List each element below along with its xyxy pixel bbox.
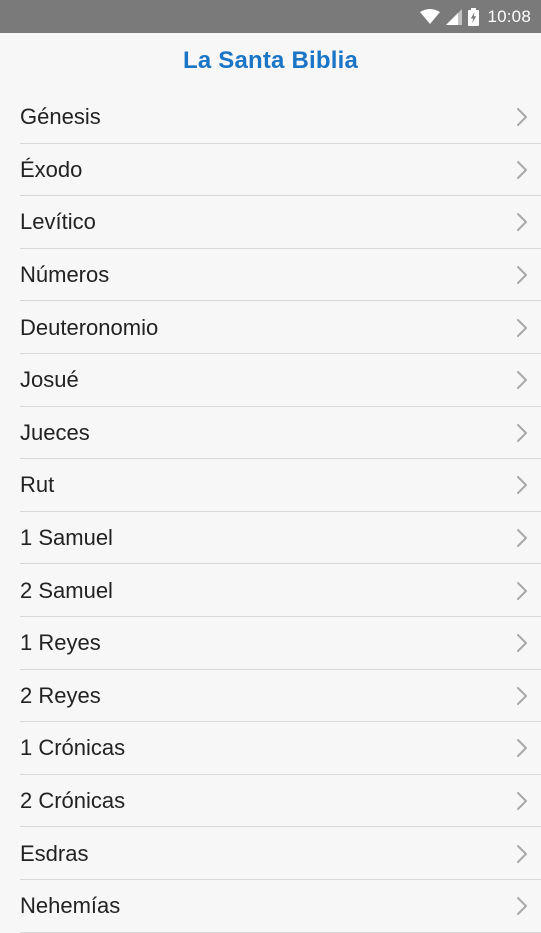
book-list-item[interactable]: Génesis — [0, 91, 541, 144]
app-title: La Santa Biblia — [182, 46, 359, 74]
book-list-item[interactable]: Rut — [0, 459, 541, 512]
book-list-item[interactable]: 1 Reyes — [0, 617, 541, 670]
signal-icon — [446, 8, 463, 25]
book-list-item[interactable]: Nehemías — [0, 880, 541, 933]
book-name: Rut — [20, 472, 55, 498]
book-name: Números — [20, 262, 110, 288]
chevron-right-icon — [517, 266, 527, 285]
book-name: Génesis — [20, 104, 101, 130]
book-list-item[interactable]: Levítico — [0, 196, 541, 249]
book-list: Génesis Éxodo Levítico Números Deuteronomio J… — [0, 91, 541, 933]
chevron-right-icon — [517, 529, 527, 548]
chevron-right-icon — [517, 897, 527, 916]
chevron-right-icon — [517, 792, 527, 811]
book-list-item[interactable]: 2 Samuel — [0, 564, 541, 617]
chevron-right-icon — [517, 160, 527, 179]
status-time: 10:08 — [487, 6, 531, 26]
book-name: Jueces — [20, 419, 90, 445]
app-header: La Santa Biblia — [0, 33, 541, 89]
chevron-right-icon — [517, 739, 527, 758]
book-list-item[interactable]: Números — [0, 249, 541, 302]
book-list-item[interactable]: 1 Crónicas — [0, 722, 541, 775]
book-list-item[interactable]: Esdras — [0, 827, 541, 880]
chevron-right-icon — [517, 581, 527, 600]
book-name: 2 Reyes — [20, 682, 101, 708]
chevron-right-icon — [517, 634, 527, 653]
book-name: 2 Samuel — [20, 577, 113, 603]
book-name: 1 Samuel — [20, 525, 113, 551]
chevron-right-icon — [517, 213, 527, 232]
book-name: Levítico — [20, 209, 96, 235]
chevron-right-icon — [517, 844, 527, 863]
book-list-item[interactable]: Éxodo — [0, 144, 541, 197]
book-list-item[interactable]: 1 Samuel — [0, 512, 541, 565]
chevron-right-icon — [517, 476, 527, 495]
book-name: Josué — [20, 367, 79, 393]
book-name: 1 Reyes — [20, 630, 101, 656]
book-list-item[interactable]: Josué — [0, 354, 541, 407]
book-name: 1 Crónicas — [20, 735, 126, 761]
book-list-item[interactable]: Jueces — [0, 407, 541, 460]
book-name: Éxodo — [20, 156, 83, 182]
chevron-right-icon — [517, 318, 527, 337]
book-list-item[interactable]: 2 Reyes — [0, 670, 541, 723]
chevron-right-icon — [517, 371, 527, 390]
book-name: Nehemías — [20, 893, 121, 919]
chevron-right-icon — [517, 423, 527, 442]
battery-icon — [468, 7, 480, 26]
book-list-item[interactable]: 2 Crónicas — [0, 775, 541, 828]
wifi-icon — [420, 8, 441, 25]
book-name: Esdras — [20, 840, 89, 866]
book-name: 2 Crónicas — [20, 788, 126, 814]
chevron-right-icon — [517, 108, 527, 127]
chevron-right-icon — [517, 686, 527, 705]
book-name: Deuteronomio — [20, 314, 159, 340]
status-bar: 10:08 — [0, 0, 541, 33]
book-list-item[interactable]: Deuteronomio — [0, 301, 541, 354]
